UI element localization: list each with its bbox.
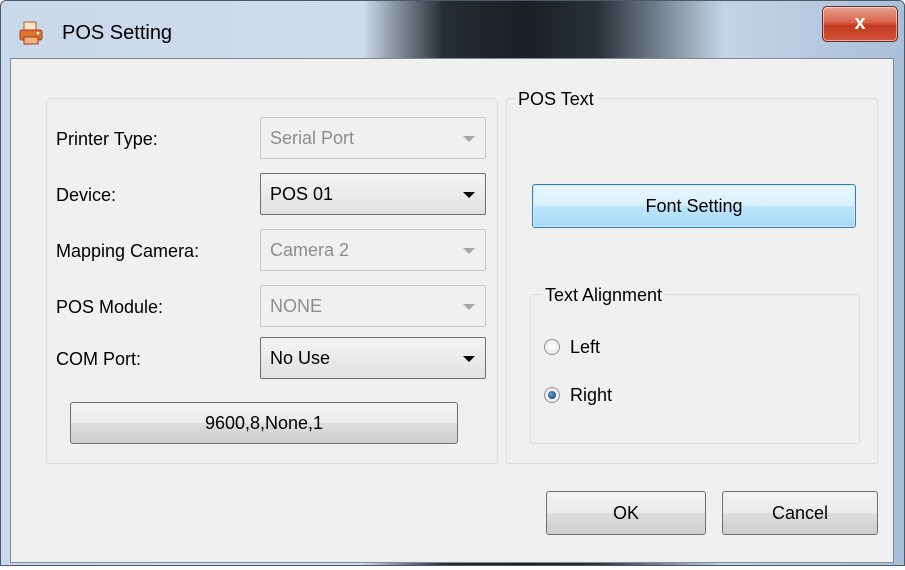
pos-text-group-title: POS Text: [515, 88, 597, 110]
pos-printer-icon: [18, 20, 44, 46]
close-icon: x: [854, 12, 866, 34]
device-select[interactable]: POS 01: [260, 173, 486, 215]
chevron-down-icon: [463, 136, 475, 142]
window-title: POS Setting: [62, 22, 173, 44]
pos-module-value: NONE: [270, 296, 323, 316]
printer-type-label: Printer Type:: [56, 129, 158, 149]
font-setting-button[interactable]: Font Setting: [532, 184, 856, 228]
pos-module-label: POS Module:: [56, 297, 164, 317]
align-right-label: Right: [570, 385, 613, 405]
align-right-option[interactable]: Right: [542, 382, 662, 408]
com-port-value: No Use: [270, 348, 331, 368]
serial-settings-button[interactable]: 9600,8,None,1: [70, 402, 458, 444]
device-label: Device:: [56, 185, 117, 205]
chevron-down-icon: [463, 248, 475, 254]
mapping-camera-select[interactable]: Camera 2: [260, 229, 486, 271]
align-left-option[interactable]: Left: [542, 334, 662, 360]
ok-button[interactable]: OK: [546, 491, 706, 535]
mapping-camera-value: Camera 2: [270, 240, 350, 260]
device-value: POS 01: [270, 184, 334, 204]
mapping-camera-label: Mapping Camera:: [56, 241, 200, 261]
chevron-down-icon: [463, 192, 475, 198]
cancel-button[interactable]: Cancel: [722, 491, 878, 535]
text-alignment-group-title: Text Alignment: [542, 284, 666, 306]
com-port-label: COM Port:: [56, 349, 142, 369]
com-port-select[interactable]: No Use: [260, 337, 486, 379]
align-right-radio[interactable]: [544, 387, 560, 403]
pos-module-select[interactable]: NONE: [260, 285, 486, 327]
align-left-label: Left: [570, 337, 601, 357]
align-left-radio[interactable]: [544, 339, 560, 355]
printer-type-select[interactable]: Serial Port: [260, 117, 486, 159]
text-alignment-group: [530, 294, 860, 444]
printer-type-value: Serial Port: [270, 128, 355, 148]
chevron-down-icon: [463, 304, 475, 310]
close-button[interactable]: x: [822, 6, 898, 42]
chevron-down-icon: [463, 356, 475, 362]
